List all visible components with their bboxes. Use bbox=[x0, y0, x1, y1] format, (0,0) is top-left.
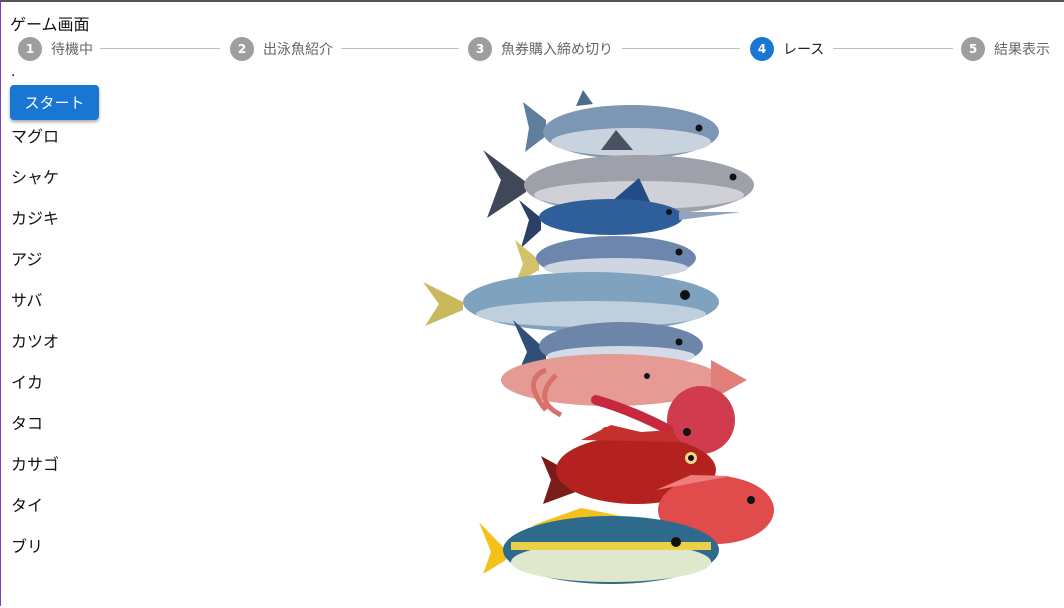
step-race: 4 レース bbox=[750, 37, 824, 61]
fish-name-mackerel: サバ bbox=[11, 291, 43, 310]
fish-name-squid: イカ bbox=[11, 373, 44, 392]
fish-name-horse-mackerel: アジ bbox=[11, 250, 43, 269]
step-fish-introduction: 2 出泳魚紹介 bbox=[230, 37, 333, 61]
step-connector bbox=[341, 48, 459, 49]
step-connector bbox=[100, 48, 220, 49]
fish-name-octopus: タコ bbox=[11, 414, 44, 433]
fish-name-sea-bream: タイ bbox=[11, 496, 44, 515]
page-title: ゲーム画面 bbox=[10, 15, 90, 34]
step-label: 結果表示 bbox=[994, 42, 1050, 58]
fish-name-marlin: カジキ bbox=[11, 209, 60, 228]
step-number-badge: 2 bbox=[230, 37, 254, 61]
step-label: 待機中 bbox=[51, 42, 93, 58]
fish-name-scorpionfish: カサゴ bbox=[11, 455, 60, 474]
step-number-badge: 3 bbox=[468, 37, 492, 61]
step-label: 出泳魚紹介 bbox=[263, 42, 333, 58]
status-mark: . bbox=[11, 64, 16, 80]
step-ticket-deadline: 3 魚券購入締め切り bbox=[468, 37, 613, 61]
step-label: レース bbox=[783, 42, 825, 58]
step-connector bbox=[622, 48, 740, 49]
step-waiting: 1 待機中 bbox=[18, 37, 93, 61]
step-results: 5 結果表示 bbox=[961, 37, 1050, 61]
fish-name-bonito: カツオ bbox=[11, 332, 60, 351]
step-label: 魚券購入締め切り bbox=[501, 42, 613, 58]
step-number-badge: 5 bbox=[961, 37, 985, 61]
fish-name-tuna: マグロ bbox=[11, 127, 60, 146]
fish-illustration bbox=[423, 90, 774, 584]
start-button[interactable]: スタート bbox=[10, 85, 99, 120]
step-number-badge: 1 bbox=[18, 37, 42, 61]
fish-name-yellowtail: ブリ bbox=[11, 537, 44, 556]
mackerel-fish-image bbox=[423, 272, 719, 332]
fish-name-salmon: シャケ bbox=[11, 168, 60, 187]
step-number-badge: 4 bbox=[750, 37, 774, 61]
step-connector bbox=[833, 48, 953, 49]
progress-stepper: 1 待機中 2 出泳魚紹介 3 魚券購入締め切り 4 レース 5 結果表示 bbox=[18, 37, 1058, 61]
